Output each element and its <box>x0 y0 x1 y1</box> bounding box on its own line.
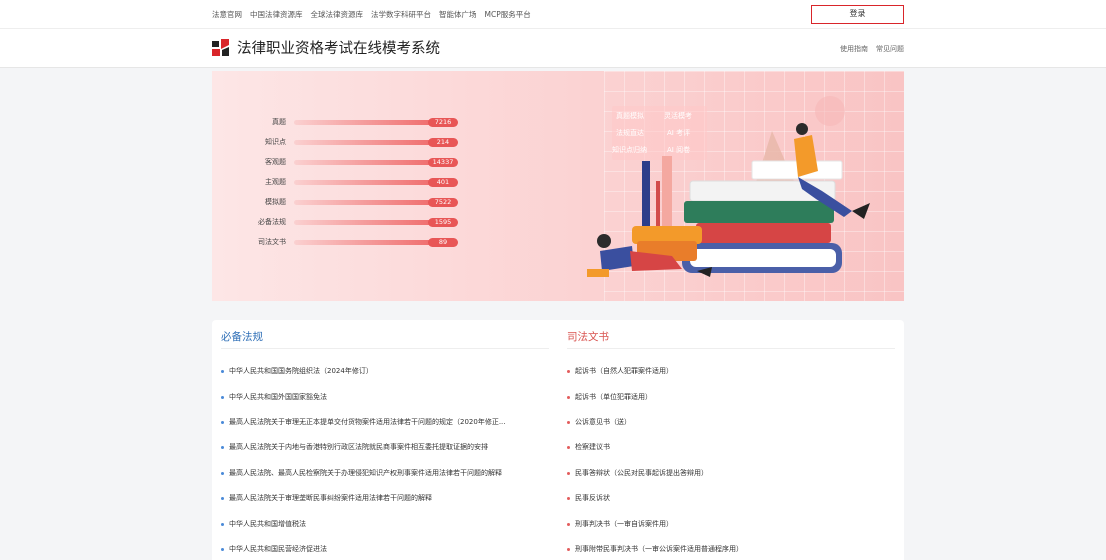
law-item[interactable]: 最高人民法院关于内地与香港特别行政区法院就民商事案件相互委托提取证据的安排 <box>221 442 551 454</box>
bullet-icon <box>221 395 224 399</box>
top-link-research[interactable]: 法学数字科研平台 <box>371 9 431 20</box>
bullet-icon <box>221 547 224 551</box>
stat-label: 主观题 <box>265 178 286 186</box>
law-item[interactable]: 最高人民法院关于审理无正本提单交付货物案件适用法律若干问题的规定（2020年修正… <box>221 417 551 429</box>
site-header: 法律职业资格考试在线模考系统 使用指南 常见问题 <box>0 28 1106 68</box>
logo-icon <box>212 39 229 56</box>
divider <box>567 348 895 349</box>
bullet-icon <box>567 496 570 500</box>
bullet-icon <box>221 496 224 500</box>
stat-bar <box>294 139 434 145</box>
stat-count: 1595 <box>428 217 458 227</box>
header-links: 使用指南 常见问题 <box>832 44 904 54</box>
doc-item[interactable]: 刑事判决书（一审自诉案件用） <box>567 519 897 531</box>
bullet-icon <box>567 522 570 526</box>
doc-item-text: 起诉书（自然人犯罪案件适用） <box>575 367 673 375</box>
bullet-icon <box>567 445 570 449</box>
bullet-icon <box>221 369 224 373</box>
stat-label: 必备法规 <box>258 218 286 226</box>
doc-item-text: 刑事判决书（一审自诉案件用） <box>575 520 673 528</box>
doc-item[interactable]: 公诉意见书（送） <box>567 417 897 429</box>
stat-count: 214 <box>428 137 458 147</box>
stat-bar <box>294 179 434 185</box>
stat-count: 14337 <box>428 157 458 167</box>
stat-count: 89 <box>428 237 458 247</box>
doc-item-text: 刑事附带民事判决书（一审公诉案件适用普通程序用） <box>575 545 743 553</box>
doc-item[interactable]: 民事反诉状 <box>567 493 897 505</box>
law-item-text: 最高人民法院关于内地与香港特别行政区法院就民商事案件相互委托提取证据的安排 <box>229 443 488 451</box>
top-link-china-law[interactable]: 中国法律资源库 <box>250 9 303 20</box>
law-item-text: 中华人民共和国民营经济促进法 <box>229 545 327 553</box>
top-link-global-law[interactable]: 全球法律资源库 <box>311 9 364 20</box>
stat-bar <box>294 199 434 205</box>
stat-label: 真题 <box>272 118 286 126</box>
laws-panel: 必备法规 中华人民共和国国务院组织法（2024年修订） 中华人民共和国外国国家豁… <box>212 320 558 560</box>
law-item[interactable]: 中华人民共和国民营经济促进法 <box>221 544 551 556</box>
stat-label: 司法文书 <box>258 238 286 246</box>
law-item[interactable]: 最高人民法院、最高人民检察院关于办理侵犯知识产权刑事案件适用法律若干问题的解释 <box>221 468 551 480</box>
top-links: 法意官网 中国法律资源库 全球法律资源库 法学数字科研平台 智能体广场 MCP服… <box>212 0 539 28</box>
bullet-icon <box>567 369 570 373</box>
bullet-icon <box>221 471 224 475</box>
law-item[interactable]: 最高人民法院关于审理垄断民事纠纷案件适用法律若干问题的解释 <box>221 493 551 505</box>
stat-label: 模拟题 <box>265 198 286 206</box>
top-link-fayi[interactable]: 法意官网 <box>212 9 242 20</box>
law-item[interactable]: 中华人民共和国外国国家豁免法 <box>221 392 551 404</box>
law-item-text: 最高人民法院关于审理垄断民事纠纷案件适用法律若干问题的解释 <box>229 494 432 502</box>
doc-item-text: 起诉书（单位犯罪适用） <box>575 393 652 401</box>
stat-count: 7216 <box>428 117 458 127</box>
laws-title: 必备法规 <box>221 331 263 343</box>
guide-link[interactable]: 使用指南 <box>840 44 868 54</box>
stat-count: 401 <box>428 177 458 187</box>
bullet-icon <box>567 420 570 424</box>
law-item[interactable]: 中华人民共和国国务院组织法（2024年修订） <box>221 366 551 378</box>
law-item-text: 最高人民法院、最高人民检察院关于办理侵犯知识产权刑事案件适用法律若干问题的解释 <box>229 469 502 477</box>
doc-item[interactable]: 检察建议书 <box>567 442 897 454</box>
faq-link[interactable]: 常见问题 <box>876 44 904 54</box>
stat-bar <box>294 239 434 245</box>
study-illustration <box>587 96 870 277</box>
law-item-text: 中华人民共和国国务院组织法（2024年修订） <box>229 367 373 375</box>
stat-label: 客观题 <box>265 158 286 166</box>
bullet-icon <box>567 395 570 399</box>
doc-item[interactable]: 刑事附带民事判决书（一审公诉案件适用普通程序用） <box>567 544 897 556</box>
bullet-icon <box>221 445 224 449</box>
stat-count: 7522 <box>428 197 458 207</box>
doc-item[interactable]: 起诉书（自然人犯罪案件适用） <box>567 366 897 378</box>
stat-bar <box>294 159 434 165</box>
bullet-icon <box>567 471 570 475</box>
stats-list: 真题 7216 知识点 214 客观题 14337 主观题 401 模拟题 75… <box>212 117 472 257</box>
page-title: 法律职业资格考试在线模考系统 <box>237 41 440 57</box>
stat-bar <box>294 219 434 225</box>
law-item[interactable]: 中华人民共和国增值税法 <box>221 519 551 531</box>
login-button[interactable]: 登录 <box>811 5 904 24</box>
law-item-text: 中华人民共和国外国国家豁免法 <box>229 393 327 401</box>
doc-item-text: 检察建议书 <box>575 443 610 451</box>
bullet-icon <box>221 420 224 424</box>
bullet-icon <box>221 522 224 526</box>
bullet-icon <box>567 547 570 551</box>
doc-item[interactable]: 起诉书（单位犯罪适用） <box>567 392 897 404</box>
law-item-text: 中华人民共和国增值税法 <box>229 520 306 528</box>
top-link-mcp[interactable]: MCP服务平台 <box>485 9 531 20</box>
doc-item[interactable]: 民事答辩状（公民对民事起诉提出答辩用） <box>567 468 897 480</box>
hero-banner: 真题 7216 知识点 214 客观题 14337 主观题 401 模拟题 75… <box>212 71 904 301</box>
top-link-agents[interactable]: 智能体广场 <box>439 9 477 20</box>
doc-item-text: 民事答辩状（公民对民事起诉提出答辩用） <box>575 469 708 477</box>
doc-item-text: 公诉意见书（送） <box>575 418 631 426</box>
docs-panel: 司法文书 起诉书（自然人犯罪案件适用） 起诉书（单位犯罪适用） 公诉意见书（送）… <box>558 320 904 560</box>
doc-item-text: 民事反诉状 <box>575 494 610 502</box>
divider <box>221 348 549 349</box>
top-navigation-bar: 法意官网 中国法律资源库 全球法律资源库 法学数字科研平台 智能体广场 MCP服… <box>0 0 1106 28</box>
docs-title: 司法文书 <box>567 331 609 343</box>
stat-bar <box>294 119 434 125</box>
law-item-text: 最高人民法院关于审理无正本提单交付货物案件适用法律若干问题的规定（2020年修正… <box>229 418 506 426</box>
stat-label: 知识点 <box>265 138 286 146</box>
